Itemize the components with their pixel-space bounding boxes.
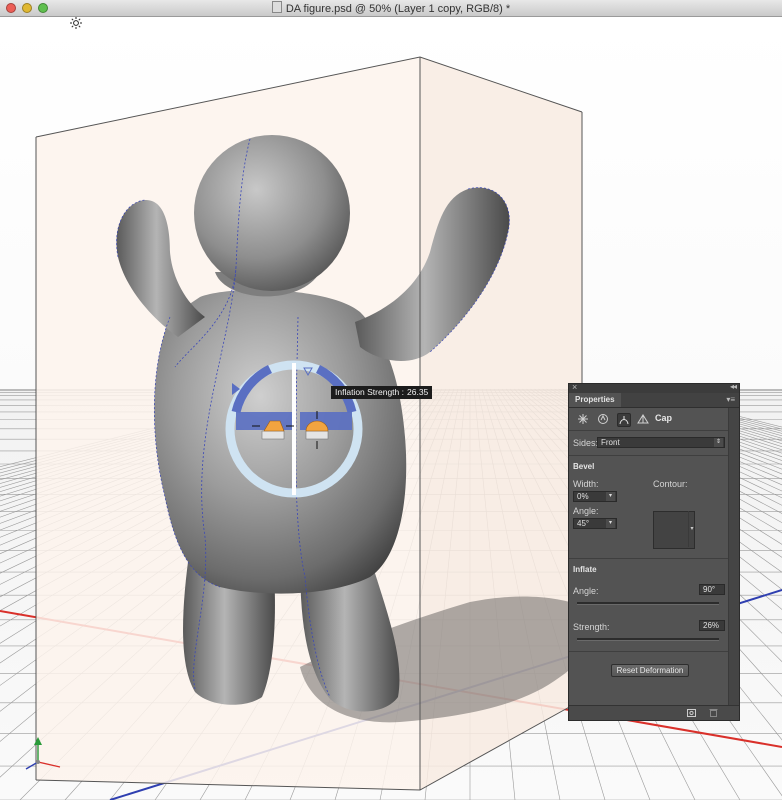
contour-label: Contour: xyxy=(653,479,688,489)
window-title-text: DA figure.psd @ 50% (Layer 1 copy, RGB/8… xyxy=(285,3,511,15)
sides-value: Front xyxy=(601,438,620,447)
section-label-cap: Cap xyxy=(655,413,673,423)
inflate-strength-label: Strength: xyxy=(573,622,610,632)
inflate-heading: Inflate xyxy=(573,565,597,574)
render-icon[interactable] xyxy=(687,708,696,717)
panel-tab-bar: Properties ▾≡ xyxy=(569,393,739,408)
panel-scrollbar[interactable] xyxy=(728,408,739,706)
chevron-down-icon[interactable]: ▾ xyxy=(606,519,615,528)
reset-deformation-button[interactable]: Reset Deformation xyxy=(611,664,689,677)
inflate-strength-value: 26% xyxy=(703,621,720,630)
contour-dropdown-icon[interactable]: ▾ xyxy=(688,511,695,547)
inflate-angle-field[interactable]: 90° xyxy=(699,584,725,595)
inflate-angle-value: 90° xyxy=(703,585,716,594)
panel-close-icon[interactable]: × xyxy=(572,382,577,392)
panel-divider xyxy=(569,651,729,652)
inflate-divider xyxy=(292,363,296,495)
inflate-widget[interactable] xyxy=(225,360,363,498)
window-title: DA figure.psd @ 50% (Layer 1 copy, RGB/8… xyxy=(0,1,782,15)
bevel-width-label: Width: xyxy=(573,479,599,489)
tab-properties[interactable]: Properties xyxy=(569,393,621,407)
photoshop-document-window: DA figure.psd @ 50% (Layer 1 copy, RGB/8… xyxy=(0,0,782,800)
sides-label: Sides: xyxy=(573,438,599,448)
sides-dropdown[interactable]: Front ⇕ xyxy=(597,437,725,448)
inflate-strength-slider[interactable] xyxy=(577,638,719,641)
panel-divider xyxy=(569,455,729,456)
bevel-width-value: 0% xyxy=(577,492,589,501)
bevel-angle-label: Angle: xyxy=(573,506,599,516)
deform-icon[interactable] xyxy=(597,413,609,425)
hud-label: Inflation Strength xyxy=(335,387,400,397)
chevron-down-icon[interactable]: ▾ xyxy=(606,492,615,501)
bevel-angle-field[interactable]: 45° ▾ xyxy=(573,518,617,529)
light-source-icon[interactable] xyxy=(70,17,82,29)
inflate-angle-label: Angle: xyxy=(573,586,599,596)
properties-mode-row: Cap xyxy=(569,408,729,431)
figure-head xyxy=(194,135,350,291)
properties-panel[interactable]: × ◂◂ Properties ▾≡ Cap Sides: Front ⇕ Be… xyxy=(568,382,740,721)
chevron-updown-icon: ⇕ xyxy=(714,438,723,447)
bevel-heading: Bevel xyxy=(573,462,595,471)
panel-divider xyxy=(569,558,729,559)
panel-menu-icon[interactable]: ▾≡ xyxy=(726,395,735,404)
panel-title-strip[interactable]: × ◂◂ xyxy=(569,382,739,393)
inflate-angle-slider[interactable] xyxy=(577,602,719,605)
properties-body: Cap Sides: Front ⇕ Bevel Width: Contour:… xyxy=(569,408,729,706)
cap-icon[interactable] xyxy=(617,413,631,427)
coordinates-icon[interactable] xyxy=(637,413,649,425)
title-bar[interactable]: DA figure.psd @ 50% (Layer 1 copy, RGB/8… xyxy=(0,0,782,17)
inflation-strength-hud: Inflation Strength :26.35 xyxy=(331,386,433,399)
inflate-band-left xyxy=(236,412,294,430)
panel-collapse-icon[interactable]: ◂◂ xyxy=(730,382,737,391)
document-icon xyxy=(271,1,282,13)
panel-bottom-bar xyxy=(569,705,739,720)
bevel-angle-value: 45° xyxy=(577,519,590,528)
trash-icon[interactable] xyxy=(709,708,718,717)
hud-value: 26.35 xyxy=(407,387,429,397)
bevel-width-field[interactable]: 0% ▾ xyxy=(573,491,617,502)
inflate-strength-field[interactable]: 26% xyxy=(699,620,725,631)
3d-mesh-icon[interactable] xyxy=(577,413,589,425)
hud-separator: : xyxy=(401,387,405,397)
